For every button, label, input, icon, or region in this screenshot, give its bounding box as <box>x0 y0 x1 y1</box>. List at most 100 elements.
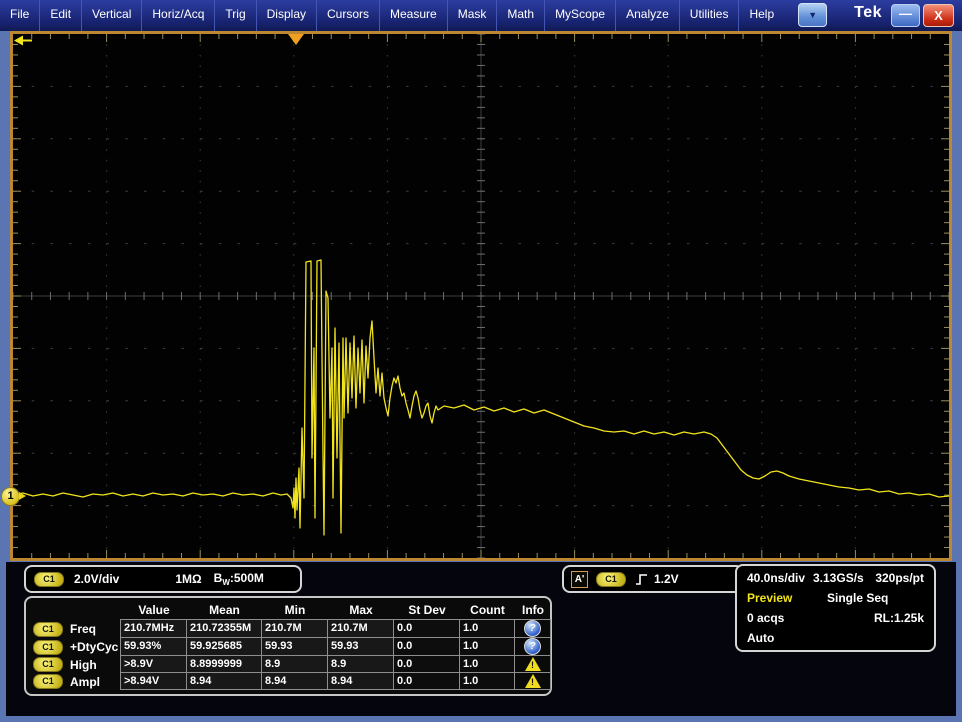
cell-max: 8.9 <box>327 655 394 673</box>
col-header-min: Min <box>262 600 328 620</box>
col-header-stdev: St Dev <box>394 600 460 620</box>
sample-rate: 3.13GS/s <box>813 571 875 585</box>
cell-mean: 8.8999999 <box>186 655 262 673</box>
minimize-icon: — <box>899 6 912 21</box>
warning-triangle-icon[interactable]: ! <box>524 657 542 671</box>
cell-info: ! <box>514 655 551 673</box>
cell-max: 8.94 <box>327 672 394 690</box>
vertical-readout[interactable]: C1 2.0V/div 1MΩ BW:500M <box>24 565 302 593</box>
measurement-name: +DtyCyc <box>70 640 118 654</box>
cell-stdev: 0.0 <box>393 637 460 656</box>
measurement-row-label: C1 High <box>29 656 121 673</box>
cell-info: ! <box>514 672 551 690</box>
menu-math[interactable]: Math <box>497 0 545 31</box>
oscilloscope-screen: File Edit Vertical Horiz/Acq Trig Displa… <box>0 0 962 722</box>
cell-value: 210.7MHz <box>120 619 187 638</box>
cell-value: >8.9V <box>120 655 187 673</box>
menu-utilities[interactable]: Utilities <box>680 0 740 31</box>
cell-max: 59.93 <box>327 637 394 656</box>
trigger-source-badge: A' <box>571 571 588 588</box>
record-length: RL:1.25k <box>874 611 924 625</box>
channel1-marker-arrow-icon <box>19 492 26 500</box>
graticule-svg <box>13 34 949 558</box>
menu-edit[interactable]: Edit <box>40 0 82 31</box>
trigger-mode: Auto <box>747 631 774 645</box>
menu-file[interactable]: File <box>0 0 40 31</box>
cell-stdev: 0.0 <box>393 672 460 690</box>
cell-value: >8.94V <box>120 672 187 690</box>
vertical-scale: 2.0V/div <box>74 572 119 586</box>
channel1-pill[interactable]: C1 <box>34 572 64 587</box>
channel1-pill[interactable]: C1 <box>33 622 63 637</box>
channel1-pill[interactable]: C1 <box>33 640 63 655</box>
preview-status: Preview <box>747 591 827 605</box>
info-question-icon[interactable]: ? <box>524 638 541 655</box>
trigger-readout[interactable]: A' C1 1.2V <box>562 565 744 593</box>
rising-edge-icon <box>634 572 649 587</box>
cell-info: ? <box>514 619 551 638</box>
menu-measure[interactable]: Measure <box>380 0 448 31</box>
menu-display[interactable]: Display <box>257 0 317 31</box>
measurement-name: High <box>70 658 97 672</box>
cell-count: 1.0 <box>459 637 515 656</box>
menu-horiz-acq[interactable]: Horiz/Acq <box>142 0 215 31</box>
menu-myscope[interactable]: MyScope <box>545 0 616 31</box>
channel1-ground-marker[interactable]: 1 <box>1 487 20 506</box>
measurement-row-label: C1 +DtyCyc <box>29 638 121 656</box>
chevron-down-icon: ▼ <box>808 10 817 20</box>
bandwidth-readout: BW:500M <box>214 571 264 587</box>
input-impedance: 1MΩ <box>175 572 201 586</box>
menu-analyze[interactable]: Analyze <box>616 0 680 31</box>
cell-count: 1.0 <box>459 619 515 638</box>
info-question-icon[interactable]: ? <box>524 620 541 637</box>
measurement-name: Freq <box>70 622 96 636</box>
trigger-channel-pill[interactable]: C1 <box>596 572 626 587</box>
cell-count: 1.0 <box>459 655 515 673</box>
measurement-row-label: C1 Freq <box>29 620 121 638</box>
measurement-table: Value Mean Min Max St Dev Count Info C1 … <box>24 596 552 696</box>
menu-trig[interactable]: Trig <box>215 0 256 31</box>
cell-min: 210.7M <box>261 619 328 638</box>
measurement-row-label: C1 Ampl <box>29 673 121 690</box>
toolbar-dropdown-button[interactable]: ▼ <box>798 3 827 27</box>
acquisition-mode: Single Seq <box>827 591 888 605</box>
cell-max: 210.7M <box>327 619 394 638</box>
trigger-level-arrow[interactable] <box>13 34 33 47</box>
cell-stdev: 0.0 <box>393 655 460 673</box>
channel1-pill[interactable]: C1 <box>33 657 63 672</box>
cell-value: 59.93% <box>120 637 187 656</box>
cell-min: 8.94 <box>261 672 328 690</box>
close-icon: X <box>934 8 943 23</box>
cell-min: 8.9 <box>261 655 328 673</box>
close-button[interactable]: X <box>923 4 954 27</box>
cell-mean: 8.94 <box>186 672 262 690</box>
col-header-info: Info <box>515 600 551 620</box>
sample-resolution: 320ps/pt <box>875 571 924 585</box>
trigger-level-value: 1.2V <box>654 572 679 586</box>
menu-help[interactable]: Help <box>739 0 784 31</box>
col-header-mean: Mean <box>187 600 262 620</box>
waveform-display[interactable] <box>10 31 952 561</box>
horizontal-readout[interactable]: 40.0ns/div 3.13GS/s 320ps/pt Preview Sin… <box>735 564 936 652</box>
timebase: 40.0ns/div <box>747 571 813 585</box>
cell-info: ? <box>514 637 551 656</box>
col-header-value: Value <box>121 600 187 620</box>
measurement-name: Ampl <box>70 675 100 689</box>
col-header-max: Max <box>328 600 394 620</box>
menu-cursors[interactable]: Cursors <box>317 0 380 31</box>
minimize-button[interactable]: — <box>891 4 920 27</box>
acquisition-count: 0 acqs <box>747 611 874 625</box>
channel1-pill[interactable]: C1 <box>33 674 63 689</box>
cell-min: 59.93 <box>261 637 328 656</box>
readout-region: C1 2.0V/div 1MΩ BW:500M A' C1 1.2V 40.0n… <box>0 561 962 722</box>
menu-vertical[interactable]: Vertical <box>82 0 142 31</box>
menu-mask[interactable]: Mask <box>448 0 498 31</box>
cell-mean: 59.925685 <box>186 637 262 656</box>
cell-count: 1.0 <box>459 672 515 690</box>
trigger-position-marker[interactable] <box>288 34 304 45</box>
measurements-corner <box>29 600 121 620</box>
warning-triangle-icon[interactable]: ! <box>524 674 542 688</box>
tek-logo: Tek <box>854 4 882 22</box>
menu-bar: File Edit Vertical Horiz/Acq Trig Displa… <box>0 0 962 31</box>
cell-stdev: 0.0 <box>393 619 460 638</box>
